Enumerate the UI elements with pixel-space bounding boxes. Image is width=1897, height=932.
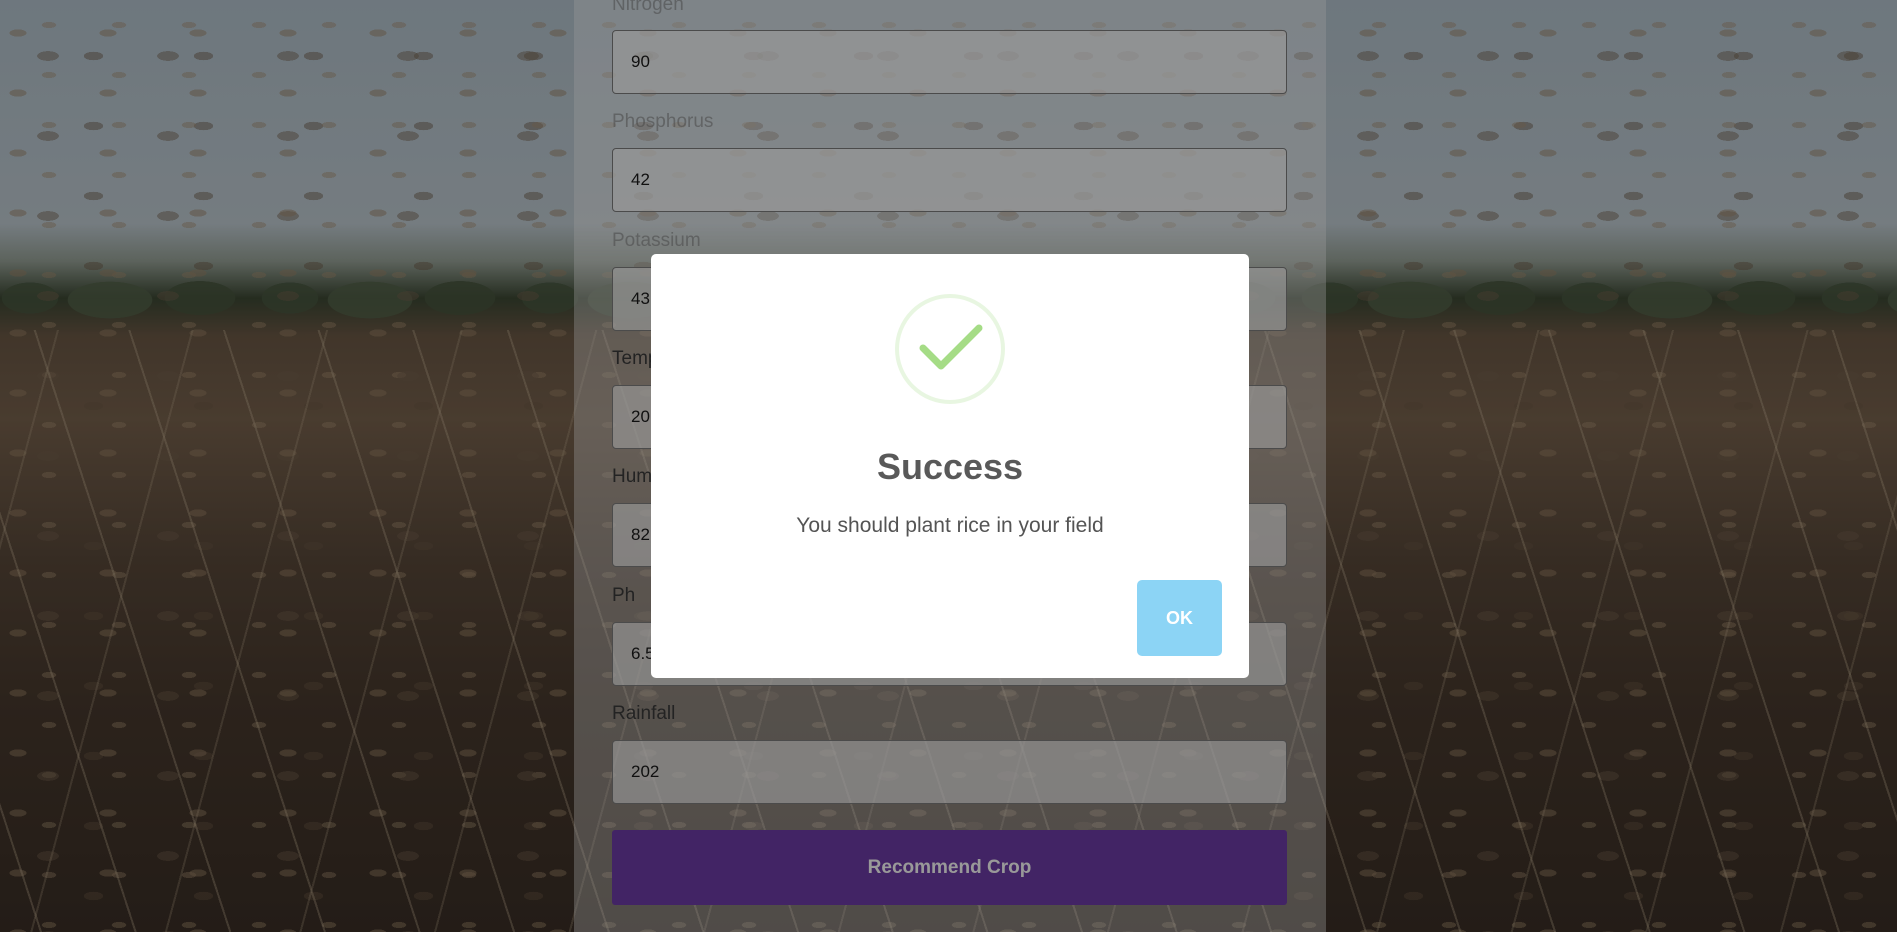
dialog-message: You should plant rice in your field (796, 514, 1104, 537)
success-icon (895, 294, 1005, 404)
checkmark-icon (919, 324, 983, 370)
ok-button[interactable]: OK (1137, 580, 1222, 656)
success-dialog: Success You should plant rice in your fi… (651, 254, 1249, 678)
dialog-title: Success (876, 446, 1024, 487)
